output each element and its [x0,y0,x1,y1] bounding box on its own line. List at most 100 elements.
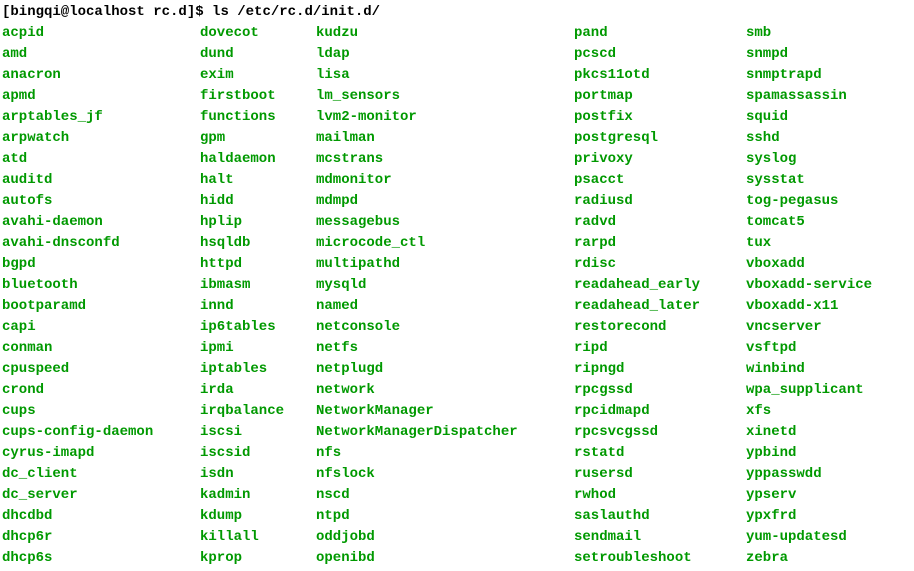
file-entry: sendmail [574,527,746,548]
file-entry: psacct [574,170,746,191]
file-entry: arptables_jf [2,107,200,128]
file-entry: tog-pegasus [746,191,890,212]
file-entry: arpwatch [2,128,200,149]
file-entry: httpd [200,254,316,275]
file-entry: lisa [316,65,574,86]
file-entry: avahi-dnsconfd [2,233,200,254]
file-entry: mysqld [316,275,574,296]
ls-column-1: acpidamdanacronapmdarptables_jfarpwatcha… [2,23,200,569]
file-entry: haldaemon [200,149,316,170]
file-entry: vboxadd-service [746,275,890,296]
file-entry: mailman [316,128,574,149]
file-entry: messagebus [316,212,574,233]
file-entry: lvm2-monitor [316,107,574,128]
file-entry: halt [200,170,316,191]
file-entry: netconsole [316,317,574,338]
file-entry: rarpd [574,233,746,254]
file-entry: cups-config-daemon [2,422,200,443]
file-entry: dund [200,44,316,65]
file-entry: irqbalance [200,401,316,422]
file-entry: microcode_ctl [316,233,574,254]
ls-column-2: dovecotdundeximfirstbootfunctionsgpmhald… [200,23,316,569]
file-entry: mcstrans [316,149,574,170]
file-entry: multipathd [316,254,574,275]
file-entry: radvd [574,212,746,233]
file-entry: hsqldb [200,233,316,254]
file-entry: ip6tables [200,317,316,338]
file-entry: anacron [2,65,200,86]
file-entry: restorecond [574,317,746,338]
file-entry: yppasswdd [746,464,890,485]
file-entry: innd [200,296,316,317]
file-entry: spamassassin [746,86,890,107]
file-entry: tux [746,233,890,254]
file-entry: mdmpd [316,191,574,212]
file-entry: radiusd [574,191,746,212]
file-entry: ripd [574,338,746,359]
file-entry: tomcat5 [746,212,890,233]
prompt-user-host: [bingqi@localhost rc.d]$ [2,4,212,20]
file-entry: cyrus-imapd [2,443,200,464]
file-entry: netfs [316,338,574,359]
file-entry: mdmonitor [316,170,574,191]
ls-output: acpidamdanacronapmdarptables_jfarpwatcha… [2,23,912,569]
file-entry: winbind [746,359,890,380]
file-entry: yum-updatesd [746,527,890,548]
file-entry: ypbind [746,443,890,464]
file-entry: cups [2,401,200,422]
file-entry: xfs [746,401,890,422]
file-entry: hidd [200,191,316,212]
file-entry: vboxadd-x11 [746,296,890,317]
file-entry: sshd [746,128,890,149]
prompt-command: ls /etc/rc.d/init.d/ [212,4,380,20]
terminal-prompt-line: [bingqi@localhost rc.d]$ ls /etc/rc.d/in… [2,2,912,23]
file-entry: vncserver [746,317,890,338]
file-entry: kdump [200,506,316,527]
file-entry: cpuspeed [2,359,200,380]
file-entry: rpcsvcgssd [574,422,746,443]
ls-column-3: kudzuldaplisalm_sensorslvm2-monitormailm… [316,23,574,569]
file-entry: functions [200,107,316,128]
file-entry: vsftpd [746,338,890,359]
file-entry: setroubleshoot [574,548,746,569]
file-entry: rpcidmapd [574,401,746,422]
file-entry: privoxy [574,149,746,170]
file-entry: bluetooth [2,275,200,296]
file-entry: crond [2,380,200,401]
file-entry: snmpd [746,44,890,65]
file-entry: acpid [2,23,200,44]
file-entry: rdisc [574,254,746,275]
file-entry: ypserv [746,485,890,506]
file-entry: network [316,380,574,401]
file-entry: NetworkManagerDispatcher [316,422,574,443]
file-entry: zebra [746,548,890,569]
file-entry: exim [200,65,316,86]
file-entry: sysstat [746,170,890,191]
file-entry: vboxadd [746,254,890,275]
file-entry: rpcgssd [574,380,746,401]
file-entry: snmptrapd [746,65,890,86]
file-entry: ldap [316,44,574,65]
file-entry: ipmi [200,338,316,359]
file-entry: smb [746,23,890,44]
file-entry: nfs [316,443,574,464]
file-entry: avahi-daemon [2,212,200,233]
file-entry: oddjobd [316,527,574,548]
file-entry: hplip [200,212,316,233]
file-entry: rstatd [574,443,746,464]
file-entry: postgresql [574,128,746,149]
file-entry: pkcs11otd [574,65,746,86]
file-entry: kprop [200,548,316,569]
file-entry: lm_sensors [316,86,574,107]
file-entry: autofs [2,191,200,212]
ls-column-5: smbsnmpdsnmptrapdspamassassinsquidsshdsy… [746,23,890,569]
file-entry: isdn [200,464,316,485]
file-entry: bootparamd [2,296,200,317]
file-entry: wpa_supplicant [746,380,890,401]
file-entry: xinetd [746,422,890,443]
file-entry: iptables [200,359,316,380]
file-entry: kudzu [316,23,574,44]
file-entry: ntpd [316,506,574,527]
file-entry: dhcdbd [2,506,200,527]
file-entry: saslauthd [574,506,746,527]
